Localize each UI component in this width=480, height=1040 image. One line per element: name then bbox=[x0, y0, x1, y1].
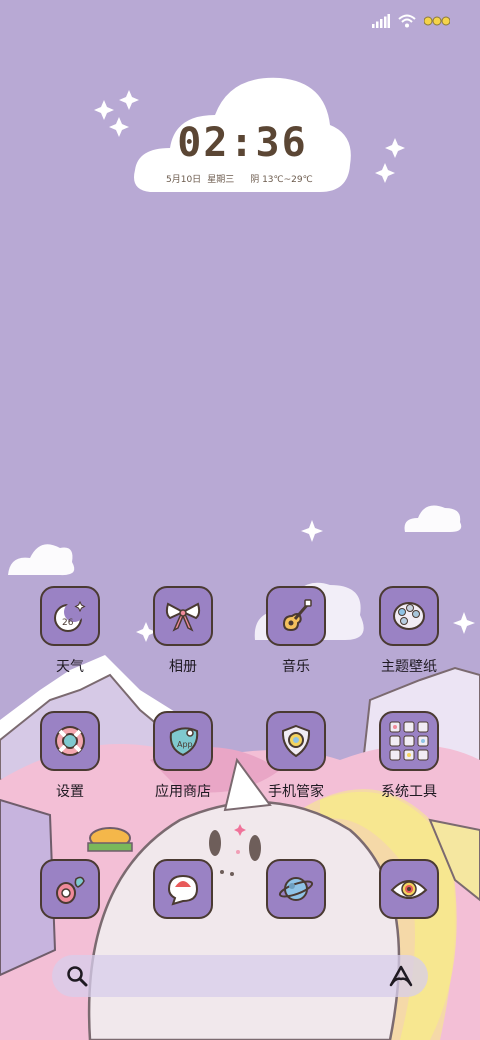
signal-icon bbox=[372, 14, 390, 28]
search-icon[interactable] bbox=[66, 965, 88, 987]
app-themes[interactable]: 主题壁纸 bbox=[359, 586, 459, 676]
dock-camera[interactable] bbox=[359, 859, 459, 919]
music-guitar-icon bbox=[282, 599, 312, 632]
app-label-weather: 天气 bbox=[56, 659, 84, 675]
wifi-icon bbox=[398, 14, 416, 28]
app-store-tile[interactable]: App bbox=[153, 711, 213, 771]
app-label-store: 应用商店 bbox=[155, 784, 211, 800]
camera-app-tile[interactable] bbox=[379, 859, 439, 919]
settings-app-tile[interactable] bbox=[40, 711, 100, 771]
search-bar[interactable] bbox=[52, 955, 428, 997]
app-music[interactable]: 音乐 bbox=[246, 586, 346, 676]
dock-browser[interactable] bbox=[246, 859, 346, 919]
svg-text:App: App bbox=[177, 740, 193, 749]
clock-weather: 阴 13℃~29℃ bbox=[250, 175, 313, 185]
clock-time: 02:36 bbox=[177, 120, 308, 166]
gallery-bow-icon bbox=[165, 602, 201, 632]
app-phone-manager[interactable]: 手机管家 bbox=[246, 711, 346, 801]
app-settings[interactable]: 设置 bbox=[20, 711, 120, 801]
app-label-settings: 设置 bbox=[56, 784, 84, 800]
app-label-system-tools: 系统工具 bbox=[381, 784, 437, 800]
themes-app-tile[interactable] bbox=[379, 586, 439, 646]
browser-app-tile[interactable] bbox=[266, 859, 326, 919]
battery-icon bbox=[424, 16, 450, 26]
settings-lifebuoy-icon bbox=[55, 726, 85, 756]
app-gallery[interactable]: 相册 bbox=[133, 586, 233, 676]
clock-weekday: 星期三 bbox=[207, 175, 235, 185]
app-store-bag-icon: App bbox=[169, 727, 199, 757]
app-system-tools[interactable]: 系统工具 bbox=[359, 711, 459, 801]
assistant-icon[interactable] bbox=[388, 965, 414, 987]
music-app-tile[interactable] bbox=[266, 586, 326, 646]
theme-palette-icon bbox=[393, 602, 425, 630]
clock-weather-widget[interactable]: 02:36 5月10日 星期三 阴 13℃~29℃ bbox=[130, 70, 355, 200]
system-tools-folder-icon bbox=[389, 721, 429, 761]
clock-date-row: 5月10日 星期三 阴 13℃~29℃ bbox=[166, 172, 319, 185]
gallery-app-tile[interactable] bbox=[153, 586, 213, 646]
dock-messages[interactable] bbox=[133, 859, 233, 919]
weather-app-tile[interactable]: 26 bbox=[40, 586, 100, 646]
app-label-gallery: 相册 bbox=[169, 659, 197, 675]
messages-app-tile[interactable] bbox=[153, 859, 213, 919]
app-weather[interactable]: 26 天气 bbox=[20, 586, 120, 676]
system-tools-folder-tile[interactable] bbox=[379, 711, 439, 771]
dock-phone[interactable] bbox=[20, 859, 120, 919]
clock-date: 5月10日 bbox=[166, 175, 202, 185]
messages-icon bbox=[167, 874, 199, 906]
app-store[interactable]: App 应用商店 bbox=[133, 711, 233, 801]
status-bar bbox=[372, 10, 450, 32]
camera-eye-icon bbox=[390, 880, 428, 899]
phone-app-tile[interactable] bbox=[40, 859, 100, 919]
phone-manager-tile[interactable] bbox=[266, 711, 326, 771]
phone-icon bbox=[56, 876, 85, 904]
phone-manager-shield-icon bbox=[281, 724, 311, 758]
weather-moon-icon: 26 bbox=[54, 600, 86, 632]
browser-planet-icon bbox=[278, 877, 314, 901]
app-label-themes: 主题壁纸 bbox=[381, 659, 437, 675]
app-label-music: 音乐 bbox=[282, 659, 310, 675]
svg-text:26: 26 bbox=[62, 618, 74, 628]
app-label-phone-manager: 手机管家 bbox=[268, 784, 324, 800]
